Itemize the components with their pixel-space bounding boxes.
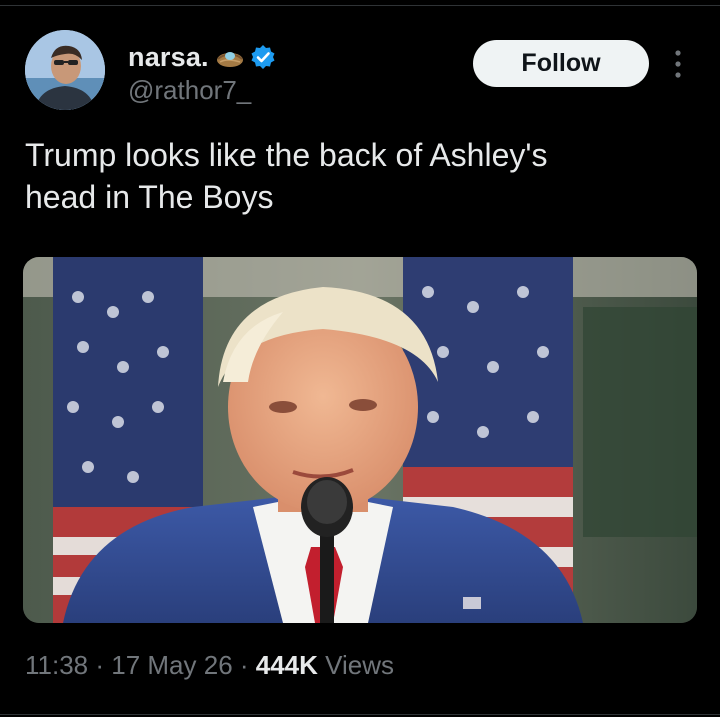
verified-badge-icon[interactable]: [249, 43, 277, 71]
meta-separator: ·: [232, 650, 256, 680]
meta-separator: ·: [88, 650, 112, 680]
avatar[interactable]: [25, 30, 105, 110]
tweet-time[interactable]: 11:38: [25, 650, 88, 680]
bottom-divider: [0, 714, 720, 715]
views-count: 444K: [255, 650, 318, 680]
views-label: Views: [325, 650, 395, 680]
author-handle[interactable]: @rathor7_: [128, 75, 251, 106]
author-display-name[interactable]: narsa.: [128, 42, 209, 73]
tweet-date[interactable]: 17 May 26: [111, 650, 232, 680]
follow-button[interactable]: Follow: [473, 40, 649, 87]
tweet-meta: 11:38 · 17 May 26 · 444K Views: [25, 650, 394, 681]
tweet-text: Trump looks like the back of Ashley's he…: [25, 137, 548, 215]
more-vertical-icon[interactable]: [668, 44, 688, 84]
photo-podium-speaker: [23, 257, 697, 623]
avatar-photo: [25, 30, 105, 110]
author-name-row[interactable]: narsa.: [128, 38, 277, 76]
tweet-photo[interactable]: [23, 257, 697, 623]
nest-egg-emoji-icon: [215, 45, 245, 69]
top-divider: [0, 5, 720, 6]
